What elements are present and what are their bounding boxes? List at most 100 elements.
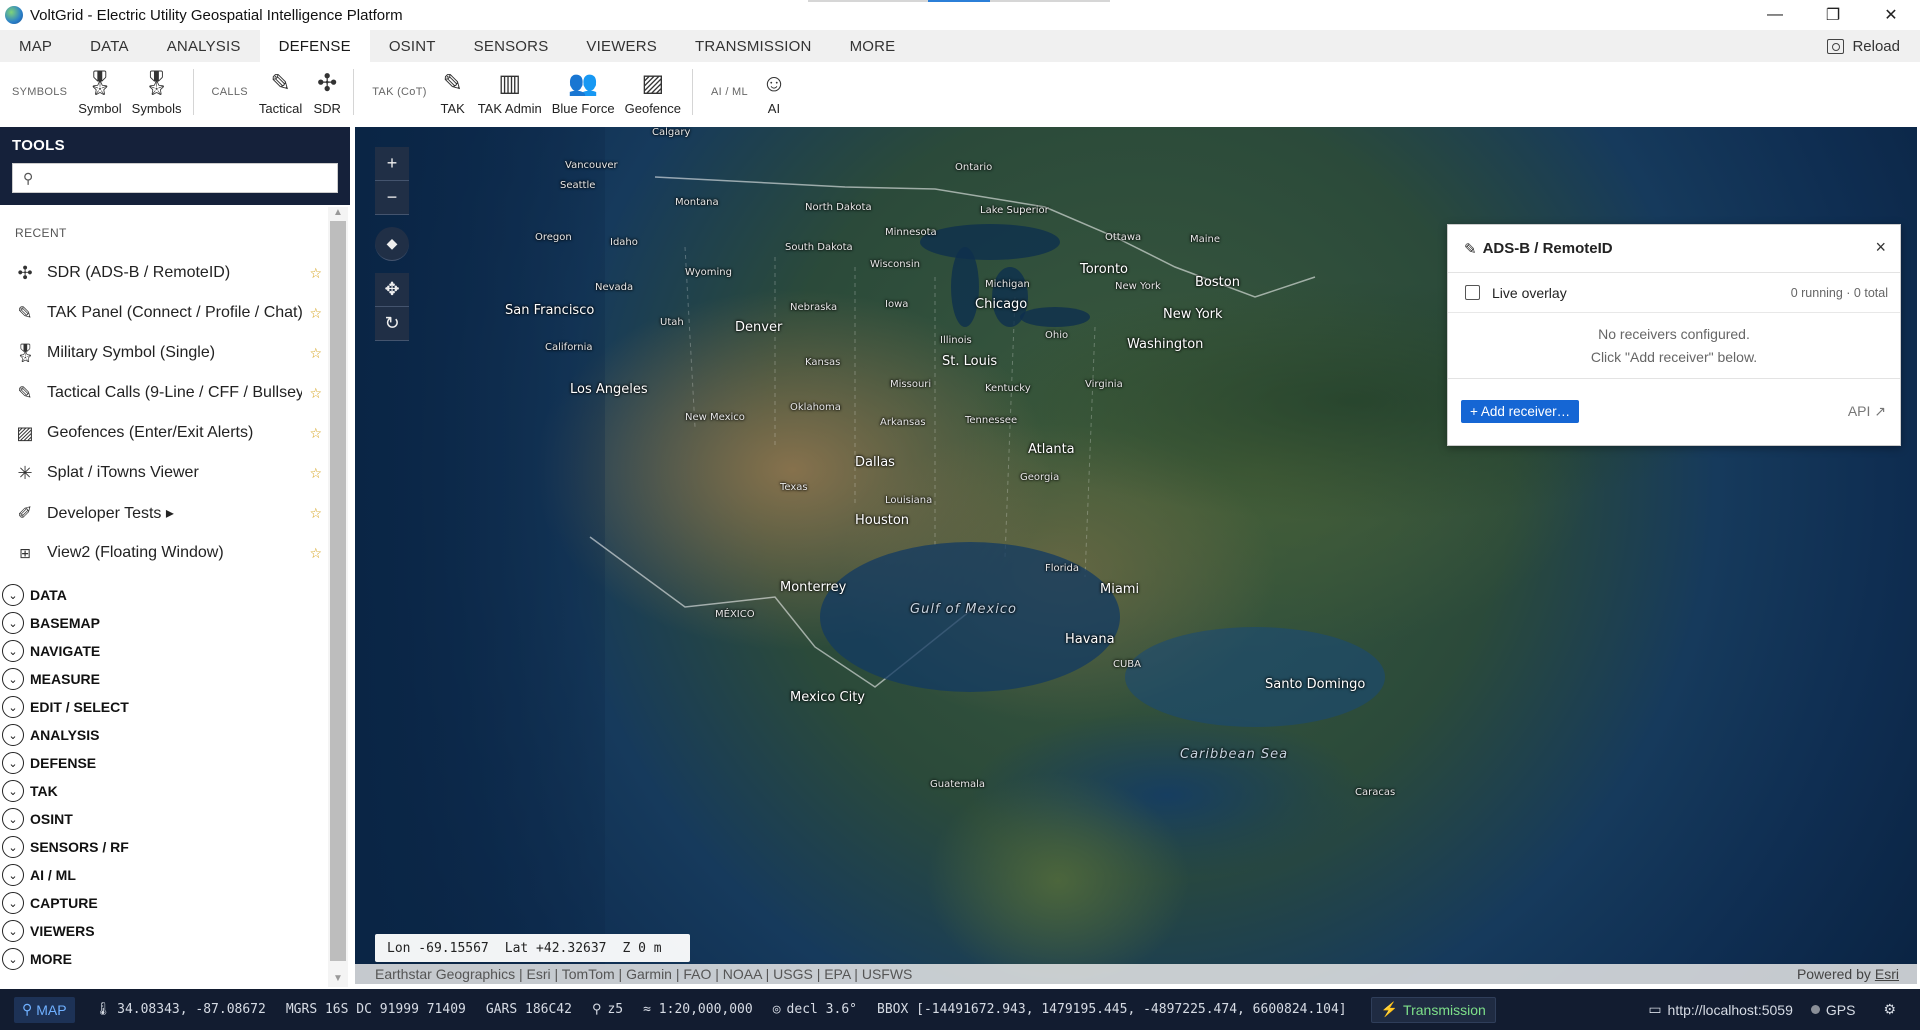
symbols-button[interactable]: 🎖 Symbols [127, 64, 187, 120]
menu-sensors[interactable]: SENSORS [455, 30, 568, 62]
recent-item-tak-panel[interactable]: ✎ TAK Panel (Connect / Profile / Chat) ☆ [0, 293, 328, 333]
category-sensors-rf[interactable]: ⌄ SENSORS / RF [0, 833, 328, 861]
map-label-vancouver: Vancouver [565, 160, 618, 171]
category-measure[interactable]: ⌄ MEASURE [0, 665, 328, 693]
category-edit-select[interactable]: ⌄ EDIT / SELECT [0, 693, 328, 721]
map-label-oregon: Oregon [535, 232, 572, 243]
rotate-button[interactable]: ↻ [375, 307, 409, 341]
compass-button[interactable]: ◆ [375, 227, 409, 261]
scroll-down-icon[interactable]: ▼ [328, 973, 348, 987]
recent-item-splat-viewer[interactable]: ✳ Splat / iTowns Viewer ☆ [0, 453, 328, 493]
ai-button[interactable]: ☺ AI [754, 64, 794, 120]
recent-item-sdr[interactable]: ✣ SDR (ADS-B / RemoteID) ☆ [0, 253, 328, 293]
map-label-mexico-city: Mexico City [790, 690, 866, 705]
settings-icon[interactable]: ⚙ [1883, 1001, 1896, 1018]
recent-item-developer-tests[interactable]: ✐ Developer Tests ▸ ☆ [0, 493, 328, 533]
menu-data[interactable]: DATA [71, 30, 148, 62]
category-data[interactable]: ⌄ DATA [0, 581, 328, 609]
map-label-tennessee: Tennessee [965, 415, 1018, 426]
zoom-out-button[interactable]: − [375, 181, 409, 215]
star-icon[interactable]: ☆ [309, 385, 322, 402]
category-capture[interactable]: ⌄ CAPTURE [0, 889, 328, 917]
transmission-button[interactable]: ⚡ Transmission [1370, 996, 1496, 1023]
star-icon[interactable]: ☆ [309, 425, 322, 442]
chevron-down-icon: ⌄ [2, 948, 24, 970]
live-overlay-label: Live overlay [1492, 284, 1567, 301]
sdr-button[interactable]: ✣ SDR [307, 64, 347, 120]
esri-link[interactable]: Esri [1875, 966, 1899, 982]
sidebar-scrollbar[interactable]: ▲ ▼ [328, 207, 348, 987]
pan-button[interactable]: ✥ [375, 273, 409, 307]
chevron-down-icon: ⌄ [2, 584, 24, 606]
map-label-washington: Washington [1127, 337, 1204, 352]
category-basemap[interactable]: ⌄ BASEMAP [0, 609, 328, 637]
category-more[interactable]: ⌄ MORE [0, 945, 328, 973]
recent-item-military-symbol[interactable]: 🎖 Military Symbol (Single) ☆ [0, 333, 328, 373]
map-label-caribbean-sea: Caribbean Sea [1180, 747, 1289, 762]
reload-button[interactable]: Reload [1827, 30, 1900, 62]
category-navigate[interactable]: ⌄ NAVIGATE [0, 637, 328, 665]
map-mode-button[interactable]: ⚲ MAP [14, 996, 75, 1023]
menu-osint[interactable]: OSINT [370, 30, 455, 62]
menu-transmission[interactable]: TRANSMISSION [676, 30, 831, 62]
tak-button[interactable]: ✎ TAK [433, 64, 473, 120]
category-label: NAVIGATE [30, 643, 101, 659]
window-controls: — ❐ ✕ [1746, 0, 1920, 30]
symbol-button[interactable]: 🎖 Symbol [73, 64, 126, 120]
add-receiver-button[interactable]: + Add receiver… [1461, 399, 1580, 423]
geofence-button[interactable]: ▨ Geofence [620, 64, 686, 120]
star-icon[interactable]: ☆ [309, 465, 322, 482]
star-icon[interactable]: ☆ [309, 265, 322, 282]
scroll-up-icon[interactable]: ▲ [328, 207, 348, 221]
map-label-mexico: MÉXICO [715, 609, 755, 620]
attribution-text: Earthstar Geographics | Esri | TomTom | … [375, 966, 913, 982]
live-overlay-row[interactable]: Live overlay 0 running · 0 total [1448, 273, 1900, 313]
api-link[interactable]: API ↗ [1848, 403, 1886, 420]
menu-more[interactable]: MORE [831, 30, 915, 62]
tactical-button[interactable]: ✎ Tactical [254, 64, 307, 120]
category-osint[interactable]: ⌄ OSINT [0, 805, 328, 833]
zoom-text: z5 [607, 1002, 624, 1017]
star-icon[interactable]: ☆ [309, 305, 322, 322]
receiver-counts: 0 running · 0 total [1790, 285, 1888, 300]
recent-item-geofences[interactable]: ▨ Geofences (Enter/Exit Alerts) ☆ [0, 413, 328, 453]
minimize-button[interactable]: — [1746, 0, 1804, 30]
scroll-thumb[interactable] [330, 221, 346, 961]
ribbon-group-ai: AI / ML [711, 86, 748, 98]
zoom-in-button[interactable]: + [375, 147, 409, 181]
map-label-louisiana: Louisiana [885, 495, 933, 506]
map-label-maine: Maine [1190, 234, 1221, 245]
live-overlay-checkbox[interactable] [1465, 285, 1480, 300]
server-status: ▭ http://localhost:5059 [1648, 1001, 1793, 1018]
tools-sidebar: TOOLS ⚲ RECENT ✣ SDR (ADS-B / RemoteID) … [0, 127, 350, 989]
menu-defense[interactable]: DEFENSE [259, 30, 370, 62]
ribbon-group-calls: CALLS [211, 86, 248, 98]
category-tak[interactable]: ⌄ TAK [0, 777, 328, 805]
restore-button[interactable]: ❐ [1804, 0, 1862, 30]
category-ai-ml[interactable]: ⌄ AI / ML [0, 861, 328, 889]
menu-analysis[interactable]: ANALYSIS [148, 30, 260, 62]
panel-close-button[interactable]: × [1875, 237, 1886, 258]
map-label-nevada: Nevada [595, 282, 634, 293]
menu-map[interactable]: MAP [0, 30, 71, 62]
tak-admin-button[interactable]: ▥ TAK Admin [473, 64, 547, 120]
tools-search-box[interactable]: ⚲ [12, 163, 338, 193]
category-defense[interactable]: ⌄ DEFENSE [0, 749, 328, 777]
thermometer-icon: 🌡 [94, 1002, 112, 1017]
star-icon[interactable]: ☆ [309, 345, 322, 362]
category-label: OSINT [30, 811, 73, 827]
category-label: AI / ML [30, 867, 76, 883]
blue-force-button[interactable]: 👥 Blue Force [547, 64, 620, 120]
satellite-icon: ✎ [1464, 240, 1477, 258]
category-analysis[interactable]: ⌄ ANALYSIS [0, 721, 328, 749]
recent-item-view2[interactable]: ⊞ View2 (Floating Window) ☆ [0, 533, 328, 573]
star-icon[interactable]: ☆ [309, 505, 322, 522]
category-viewers[interactable]: ⌄ VIEWERS [0, 917, 328, 945]
close-window-button[interactable]: ✕ [1862, 0, 1920, 30]
recent-item-tactical-calls[interactable]: ✎ Tactical Calls (9-Line / CFF / Bullsey… [0, 373, 328, 413]
map-label-ohio: Ohio [1045, 330, 1069, 341]
menu-viewers[interactable]: VIEWERS [567, 30, 676, 62]
star-icon[interactable]: ☆ [309, 545, 322, 562]
app-globe-icon [5, 6, 23, 24]
tools-search-input[interactable] [39, 170, 320, 186]
